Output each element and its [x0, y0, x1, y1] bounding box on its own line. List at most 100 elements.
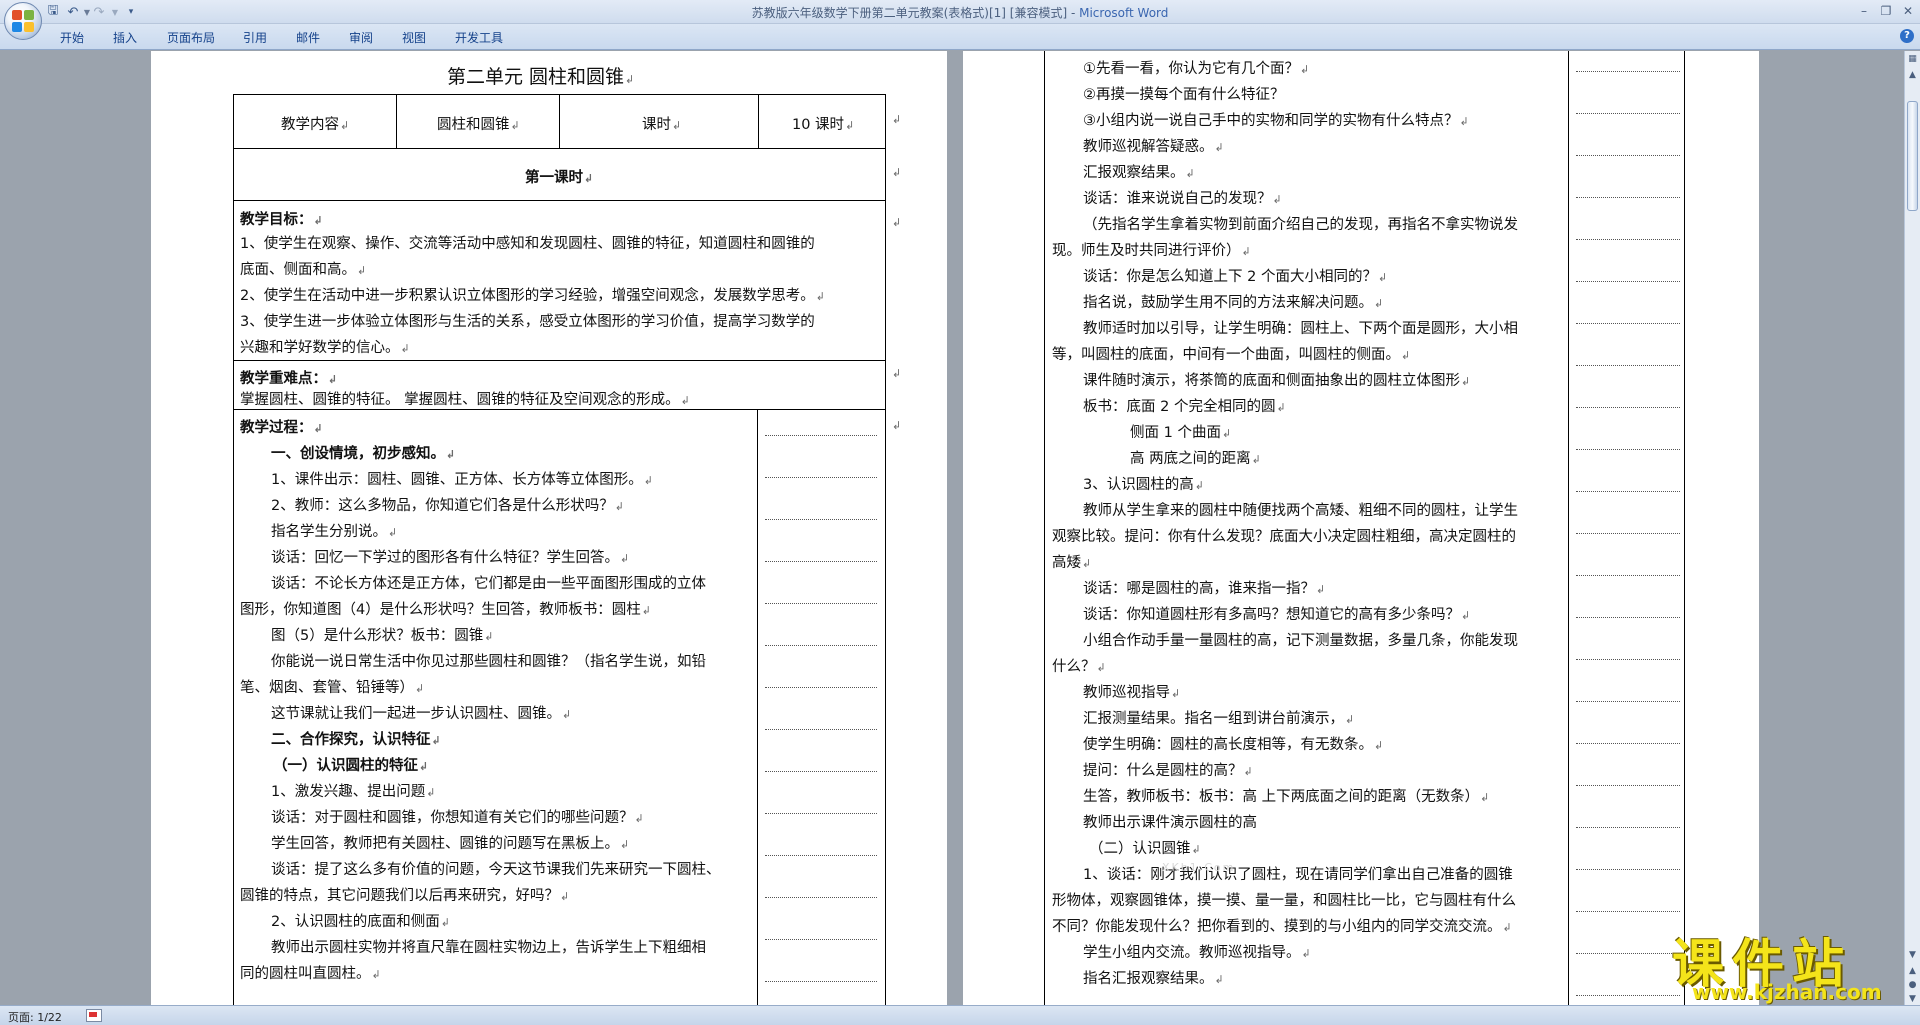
process-text: 笔、烟囱、套管、铅锤等） — [240, 680, 414, 696]
table-border — [1568, 51, 1569, 1005]
content-line: 谈话：你是怎么知道上下 2 个面大小相同的？↲ — [1083, 269, 1388, 285]
proofing-status-icon[interactable] — [86, 1009, 102, 1022]
close-icon[interactable]: ✕ — [1897, 2, 1919, 20]
note-line — [1576, 113, 1680, 114]
content-line: 高 两底之间的距离↲ — [1130, 451, 1261, 467]
page-1[interactable]: 第二单元 圆柱和圆锥↲ 教学内容↲ 圆柱和圆锥↲ 课时↲ 10 课时↲ 第一课时… — [151, 51, 947, 1005]
note-line — [1576, 365, 1680, 366]
tab-review[interactable]: 审阅 — [349, 29, 373, 46]
process-line: 谈话：提了这么多有价值的问题，今天这节课我们先来研究一下圆柱、 — [271, 858, 721, 879]
note-line — [1576, 575, 1680, 576]
process-line: 学生回答，教师把有关圆柱、圆锥的问题写在黑板上。↲ — [271, 836, 630, 852]
note-line — [765, 519, 877, 520]
ruler-toggle-icon[interactable]: ▦ — [1906, 53, 1919, 66]
tab-mailings[interactable]: 邮件 — [296, 29, 320, 46]
vertical-scrollbar[interactable]: ▦ ▲ ▼ ▲ ● ▼ — [1904, 51, 1920, 1005]
content-line: 教师从学生拿来的圆柱中随便找两个高矮、粗细不同的圆柱，让学生 — [1083, 499, 1518, 520]
note-line — [765, 939, 877, 940]
line-text: 教师适时加以引导，让学生明确：圆柱上、下两个面是圆形，大小相 — [1083, 321, 1518, 337]
goals-heading: 教学目标：↲ — [240, 212, 323, 228]
tab-home[interactable]: 开始 — [60, 29, 84, 46]
row-end-mark: ↲ — [892, 367, 902, 380]
note-line — [1576, 827, 1680, 828]
process-text: （一）认识圆柱的特征 — [273, 758, 418, 774]
process-line: 二、合作探究，认识特征↲ — [271, 732, 441, 748]
scroll-down-icon[interactable]: ▼ — [1906, 949, 1919, 962]
minimize-icon[interactable]: – — [1853, 2, 1875, 20]
content-line: 形物体，观察圆锥体，摸一摸、量一量，和圆柱比一比，它与圆柱有什么 — [1052, 889, 1516, 910]
row-end-mark: ↲ — [892, 166, 902, 179]
restore-icon[interactable]: ❐ — [1875, 2, 1897, 20]
note-line — [1576, 911, 1680, 912]
note-line — [1576, 71, 1680, 72]
goals-line: 兴趣和学好数学的信心。↲ — [240, 340, 410, 356]
tab-view[interactable]: 视图 — [402, 29, 426, 46]
content-line: 汇报观察结果。↲ — [1083, 165, 1195, 181]
site-watermark-logo: 课件站 www.kjzhan.com — [1664, 922, 1902, 1004]
lesson-text: 第一课时 — [525, 170, 583, 186]
line-text: 高 两底之间的距离 — [1130, 451, 1251, 467]
table-cell-content-value: 圆柱和圆锥↲ — [437, 117, 520, 133]
process-text: 2、认识圆柱的底面和侧面 — [271, 914, 440, 930]
process-text: 谈话：提了这么多有价值的问题，今天这节课我们先来研究一下圆柱、 — [271, 862, 721, 878]
row-end-mark: ↲ — [892, 419, 902, 432]
cell-text: 教学内容 — [281, 117, 339, 133]
keypoints-line: 掌握圆柱、圆锥的特征。 掌握圆柱、圆锥的特征及空间观念的形成。↲ — [240, 392, 690, 408]
line-text: 侧面 1 个曲面 — [1130, 425, 1221, 441]
note-line — [765, 603, 877, 604]
page-2[interactable]: ①先看一看，你认为它有几个面？↲ ②再摸一摸每个面有什么特征？ ③小组内说一说自… — [963, 51, 1759, 1005]
note-line — [765, 645, 877, 646]
line-text: 课件随时演示，将茶筒的底面和侧面抽象出的圆柱立体图形 — [1083, 373, 1460, 389]
office-button[interactable] — [4, 2, 42, 40]
tab-insert[interactable]: 插入 — [113, 29, 137, 46]
table-cell-content-label: 教学内容↲ — [281, 117, 350, 133]
scroll-up-icon[interactable]: ▲ — [1906, 69, 1919, 82]
goals-text: 2、使学生在活动中进一步积累认识立体图形的学习经验，增强空间观念，发展数学思考。 — [240, 288, 815, 304]
line-text: 生答，教师板书：板书：高 上下两底面之间的距离（无数条） — [1083, 789, 1480, 805]
line-text: 教师从学生拿来的圆柱中随便找两个高矮、粗细不同的圆柱，让学生 — [1083, 503, 1518, 519]
line-text: ③小组内说一说自己手中的实物和同学的实物有什么特点？ — [1083, 113, 1459, 129]
help-icon[interactable]: ? — [1900, 29, 1914, 43]
note-line — [1576, 785, 1680, 786]
line-text: 指名汇报观察结果。 — [1083, 971, 1214, 987]
content-line: ①先看一看，你认为它有几个面？↲ — [1083, 61, 1310, 77]
line-text: 形物体，观察圆锥体，摸一摸、量一量，和圆柱比一比，它与圆柱有什么 — [1052, 893, 1516, 909]
process-line: 图（5）是什么形状？板书：圆锥↲ — [271, 628, 494, 644]
scroll-thumb[interactable] — [1907, 101, 1918, 211]
content-line: 等，叫圆柱的底面，中间有一个曲面，叫圆柱的侧面。↲ — [1052, 347, 1411, 363]
process-line: 笔、烟囱、套管、铅锤等）↲ — [240, 680, 425, 696]
table-border — [233, 409, 885, 410]
table-border — [233, 94, 234, 1005]
browse-object-icon[interactable]: ● — [1906, 979, 1919, 992]
goals-line: 2、使学生在活动中进一步积累认识立体图形的学习经验，增强空间观念，发展数学思考。… — [240, 288, 825, 304]
line-text: 等，叫圆柱的底面，中间有一个曲面，叫圆柱的侧面。 — [1052, 347, 1400, 363]
process-text: 学生回答，教师把有关圆柱、圆锥的问题写在黑板上。 — [271, 836, 619, 852]
content-line: 指名汇报观察结果。↲ — [1083, 971, 1224, 987]
process-line: （一）认识圆柱的特征↲ — [273, 758, 429, 774]
content-line: 谈话：谁来说说自己的发现？↲ — [1083, 191, 1282, 207]
document-area[interactable]: 第二单元 圆柱和圆锥↲ 教学内容↲ 圆柱和圆锥↲ 课时↲ 10 课时↲ 第一课时… — [0, 51, 1904, 1005]
process-line: 一、创设情境，初步感知。↲ — [271, 446, 456, 462]
process-line: 这节课就让我们一起进一步认识圆柱、圆锥。↲ — [271, 706, 572, 722]
process-text: 同的圆柱叫直圆柱。 — [240, 966, 371, 982]
line-text: ②再摸一摸每个面有什么特征？ — [1083, 87, 1285, 103]
cell-text: 课时 — [642, 117, 671, 133]
line-text: 教师巡视指导 — [1083, 685, 1170, 701]
title-separator: - — [1067, 6, 1080, 20]
content-line: 汇报测量结果。指名一组到讲台前演示，↲ — [1083, 711, 1355, 727]
process-line: 2、认识圆柱的底面和侧面↲ — [271, 914, 450, 930]
process-line: 教师出示圆柱实物并将直尺靠在圆柱实物边上，告诉学生上下粗细相 — [271, 936, 706, 957]
tab-references[interactable]: 引用 — [243, 29, 267, 46]
tab-page-layout[interactable]: 页面布局 — [167, 29, 215, 46]
status-page-info[interactable]: 页面: 1/22 — [8, 1009, 62, 1025]
note-line — [1576, 617, 1680, 618]
line-text: 汇报测量结果。指名一组到讲台前演示， — [1083, 711, 1344, 727]
note-line — [1576, 323, 1680, 324]
previous-page-icon[interactable]: ▲ — [1906, 965, 1919, 978]
goals-line: 1、使学生在观察、操作、交流等活动中感知和发现圆柱、圆锥的特征，知道圆柱和圆锥的 — [240, 232, 815, 253]
tab-developer[interactable]: 开发工具 — [455, 29, 503, 46]
process-line: 指名学生分别说。↲ — [271, 524, 398, 540]
process-text: 教师出示圆柱实物并将直尺靠在圆柱实物边上，告诉学生上下粗细相 — [271, 940, 706, 956]
note-line — [1576, 533, 1680, 534]
process-text: 1、课件出示：圆柱、圆锥、正方体、长方体等立体图形。 — [271, 472, 643, 488]
